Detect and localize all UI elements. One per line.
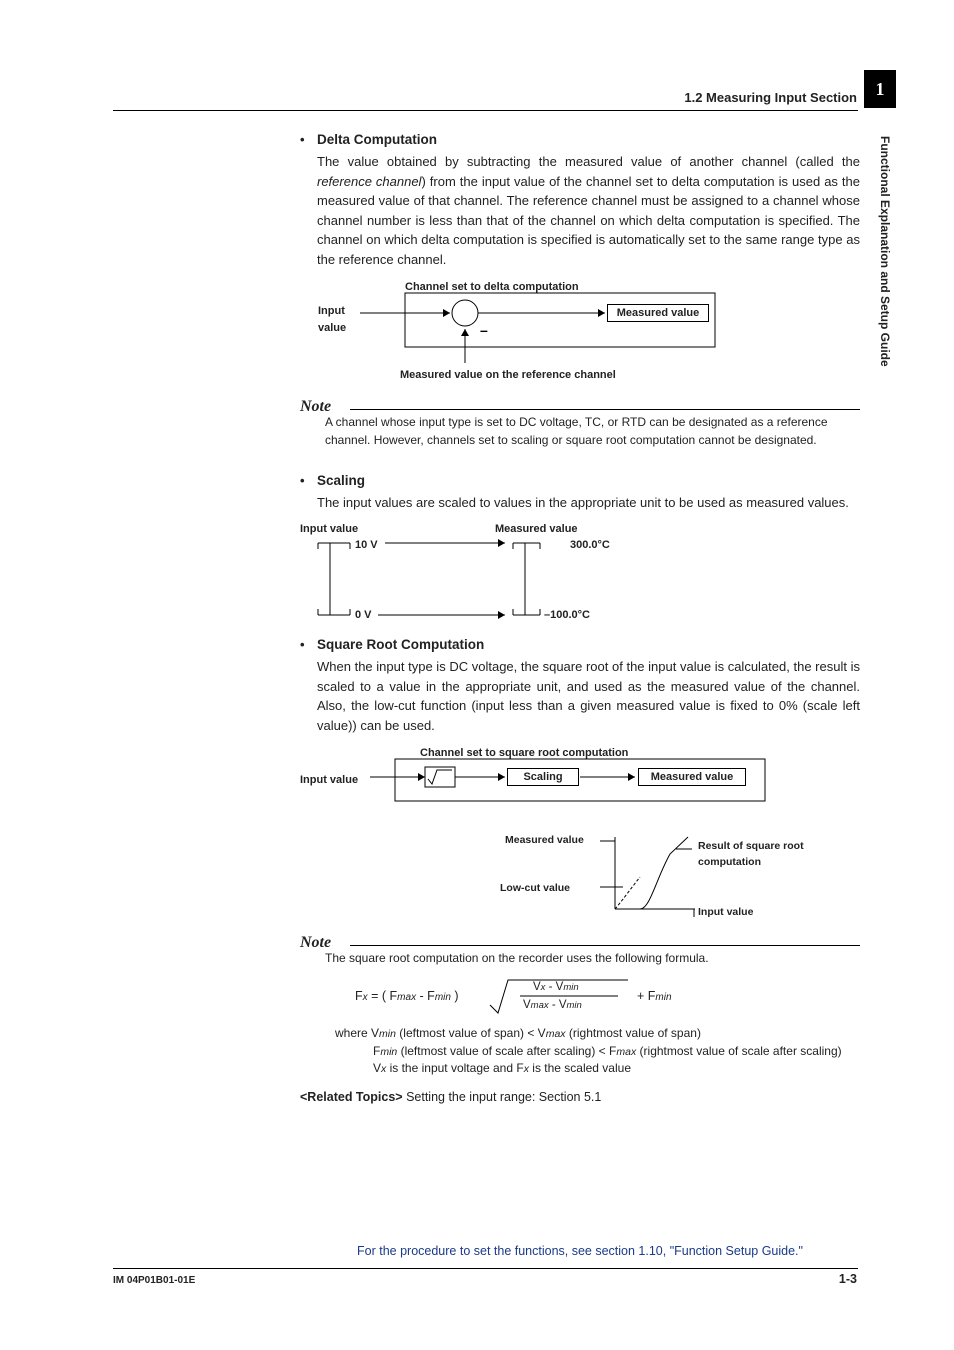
- t: The value obtained by subtracting the me…: [317, 154, 860, 169]
- related-topics: <Related Topics> Setting the input range…: [300, 1088, 860, 1107]
- sqrt-figure: Channel set to square root computation I…: [300, 745, 860, 925]
- footer-page: 1-3: [839, 1272, 857, 1286]
- header-rule: [113, 110, 858, 111]
- sqrt-note: The square root computation on the recor…: [325, 950, 860, 1078]
- lbl: Measured value: [505, 833, 584, 849]
- sqrt-body: When the input type is DC voltage, the s…: [317, 657, 860, 735]
- scaling-heading: Scaling: [317, 471, 365, 491]
- footer-docid: IM 04P01B01-01E: [113, 1275, 195, 1286]
- note-rule: [350, 409, 860, 410]
- sqrt-heading: Square Root Computation: [317, 635, 484, 655]
- lbl: Input value: [300, 772, 358, 789]
- section-header: 1.2 Measuring Input Section: [684, 90, 857, 105]
- box-scaling: Scaling: [507, 768, 579, 786]
- delta-note: A channel whose input type is set to DC …: [325, 414, 860, 449]
- svg-text:–: –: [480, 322, 488, 338]
- lbl-input: Input value: [318, 303, 346, 336]
- note-intro: The square root computation on the recor…: [325, 950, 860, 967]
- t: Input: [318, 305, 345, 317]
- lbl: Result of square root computation: [698, 839, 818, 871]
- lbl: Low-cut value: [500, 881, 570, 897]
- delta-body: The value obtained by subtracting the me…: [317, 152, 860, 269]
- box-measured: Measured value: [638, 768, 746, 786]
- main-content: • Delta Computation The value obtained b…: [300, 128, 860, 1106]
- scaling-body: The input values are scaled to values in…: [317, 493, 860, 513]
- bullet: •: [300, 471, 317, 491]
- t: value: [318, 322, 346, 334]
- scaling-figure: Input value Measured value 10 V 0 V 300.…: [300, 521, 860, 631]
- bullet: •: [300, 635, 317, 655]
- footer-ref: For the procedure to set the functions, …: [300, 1244, 860, 1258]
- bullet: •: [300, 130, 317, 150]
- lbl-ref: Measured value on the reference channel: [400, 367, 616, 384]
- footer-rule: [113, 1268, 858, 1269]
- t: reference channel: [317, 174, 421, 189]
- scaling-svg: [300, 535, 630, 625]
- where-lines: where Vmin (leftmost value of span) < Vm…: [335, 1025, 860, 1077]
- box-measured: Measured value: [607, 304, 709, 322]
- formula: Fx = ( Fmax - Fmin ) Vx - Vmin Vmax - Vm…: [355, 975, 860, 1015]
- related-label: <Related Topics>: [300, 1090, 403, 1104]
- delta-figure: Channel set to delta computation Inputva…: [300, 279, 860, 389]
- side-caption: Functional Explanation and Setup Guide: [870, 136, 892, 536]
- lbl: Input value: [698, 905, 753, 921]
- chapter-tab: 1: [864, 70, 896, 108]
- note-rule: [350, 945, 860, 946]
- delta-heading: Delta Computation: [317, 130, 437, 150]
- related-text: Setting the input range: Section 5.1: [403, 1090, 602, 1104]
